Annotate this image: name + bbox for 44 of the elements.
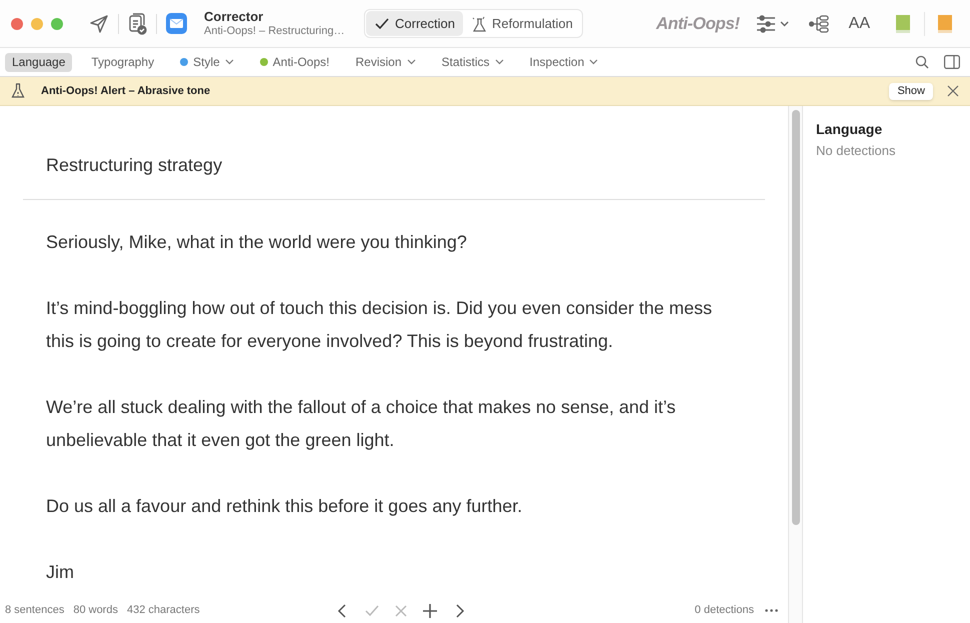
plus-icon[interactable] (422, 602, 438, 618)
document-title: Restructuring strategy (46, 154, 224, 177)
panel-message: No detections (816, 142, 896, 160)
show-button[interactable]: Show (889, 82, 933, 100)
paragraph: Do us all a favour and rethink this before it goes any further. (46, 495, 524, 518)
paragraph: We’re all stuck dealing with the fallout of a choice that makes no sense, and it’s unbelievable that it even got the green light. (46, 396, 677, 452)
window-subtitle: Anti-Oops! – Restructuring… (204, 24, 346, 38)
tab[interactable]: Statistics (434, 52, 511, 72)
stat-text: 8 sentences (5, 603, 64, 618)
document-check-icon[interactable] (127, 12, 147, 34)
detections-count: 0 detections (694, 603, 754, 618)
sidebar-toggle-icon[interactable] (944, 55, 960, 69)
search-icon[interactable] (915, 55, 929, 69)
settings-menu-button[interactable] (756, 14, 789, 32)
tab[interactable]: Inspection (522, 52, 606, 72)
sliders-icon (756, 14, 776, 32)
tab[interactable]: Language (5, 52, 72, 72)
tab[interactable]: Style (173, 52, 241, 72)
scrollbar[interactable] (788, 106, 802, 623)
mode-tab[interactable]: Correction (366, 11, 463, 36)
flask-icon (11, 83, 25, 99)
tab[interactable]: Revision (348, 52, 423, 72)
chevron-down-icon (780, 20, 789, 26)
send-icon[interactable] (89, 14, 109, 34)
close-icon[interactable] (947, 85, 959, 97)
brand-logo: Anti-Oops! (656, 12, 740, 35)
paragraph: Jim (46, 561, 75, 584)
panel-title: Language (816, 120, 884, 139)
paragraph: It’s mind-boggling how out of touch this decision is. Did you even consider the mess this is going to create for everyone involved? This is beyond frustrating. (46, 297, 714, 353)
mode-tab[interactable]: Reformulation (462, 11, 581, 36)
tree-icon[interactable] (808, 14, 829, 32)
stat-text: 80 words (73, 603, 118, 618)
paragraph: Seriously, Mike, what in the world were you thinking? (46, 231, 468, 254)
text-size-button[interactable]: AA (848, 12, 870, 36)
flask-icon (470, 16, 487, 32)
more-icon[interactable] (765, 609, 778, 612)
alert-message: Anti-Oops! Alert – Abrasive tone (41, 84, 210, 99)
stat-text: 432 characters (126, 603, 200, 618)
checkmark-icon (374, 16, 390, 32)
close-button[interactable] (11, 18, 23, 30)
tab[interactable]: Typography (84, 52, 162, 72)
window-title: Corrector (204, 8, 264, 25)
mail-icon[interactable] (166, 13, 187, 34)
tab[interactable]: Anti-Oops! (252, 52, 336, 72)
